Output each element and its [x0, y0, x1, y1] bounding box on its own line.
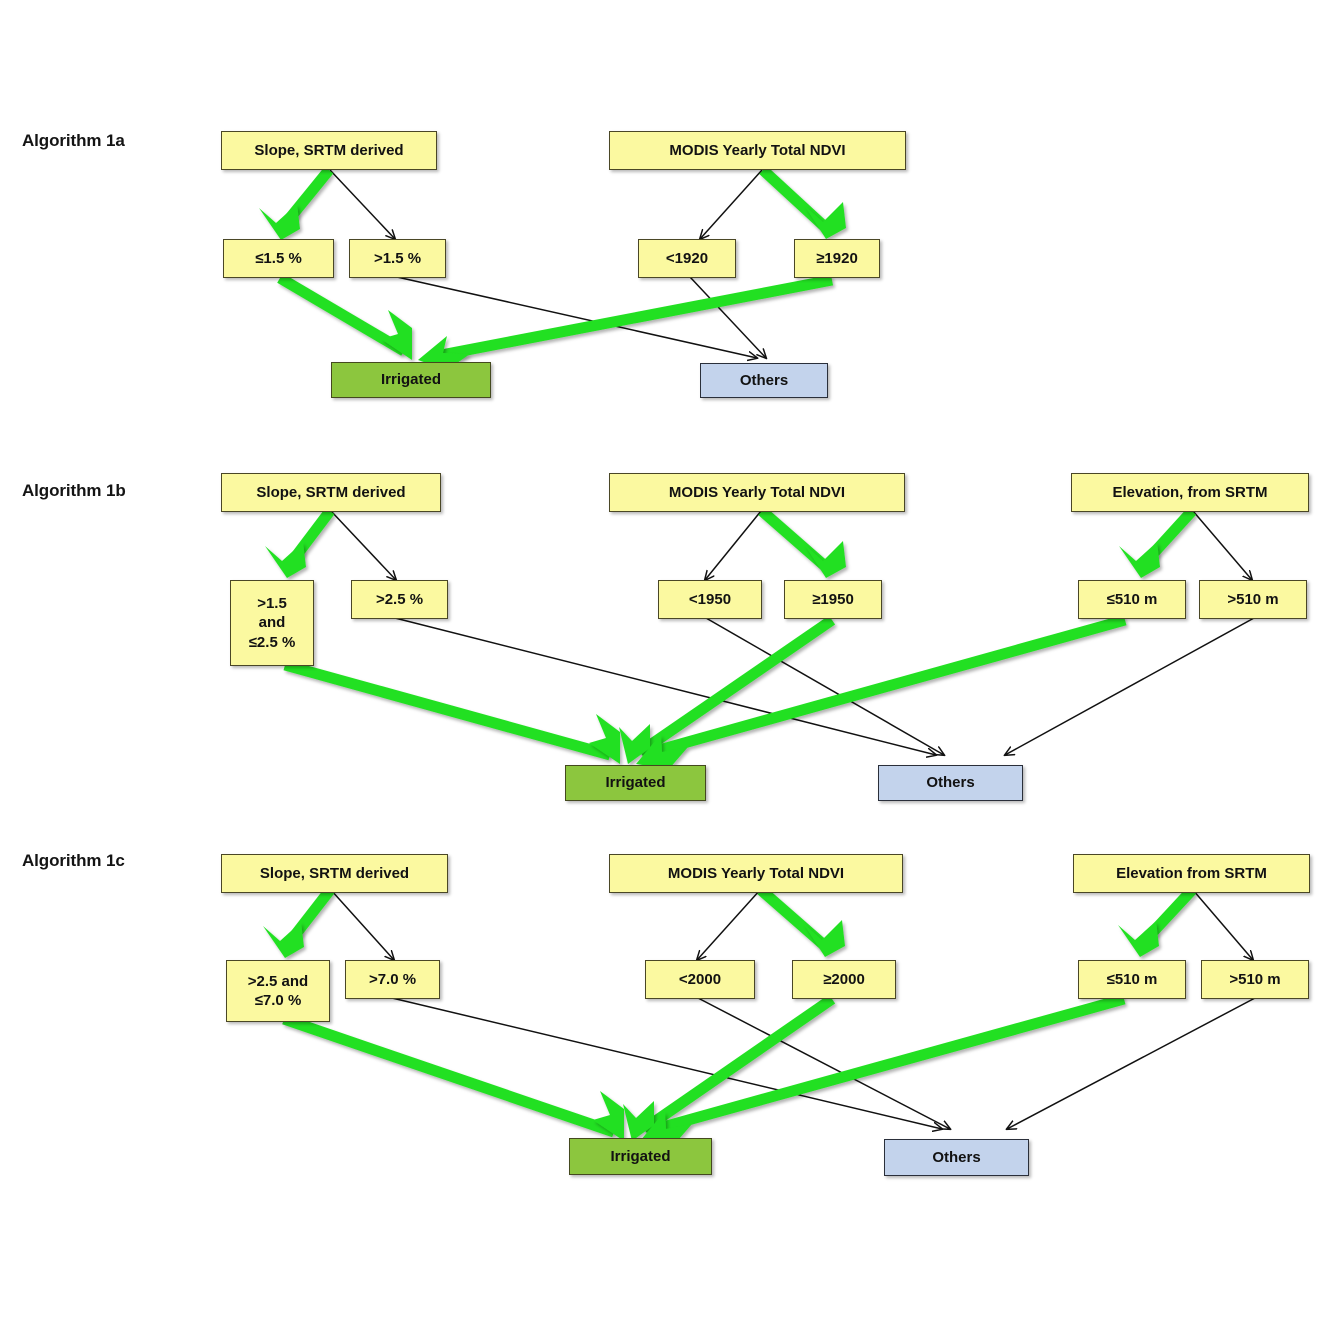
node-label: >1.5 %: [373, 249, 422, 267]
node-outcome-others-1c: Others: [884, 1139, 1029, 1176]
node-condition-slope-low-1a: ≤1.5 %: [223, 239, 334, 278]
node-outcome-irrigated-1c: Irrigated: [569, 1138, 712, 1175]
node-label: Elevation from SRTM: [1116, 864, 1267, 882]
node-condition-slope-mid-1b: >1.5 and ≤2.5 %: [230, 580, 314, 666]
node-condition-elev-high-1b: >510 m: [1199, 580, 1307, 619]
node-condition-ndvi-low-1c: <2000: [645, 960, 755, 999]
node-label: >1.5 and ≤2.5 %: [248, 595, 296, 651]
node-label: MODIS Yearly Total NDVI: [667, 864, 845, 882]
algorithm-label-1b: Algorithm 1b: [22, 481, 126, 500]
node-source-ndvi-1b: MODIS Yearly Total NDVI: [609, 473, 905, 512]
node-source-elevation-1c: Elevation from SRTM: [1073, 854, 1310, 893]
node-label: MODIS Yearly Total NDVI: [668, 483, 846, 501]
node-source-slope-1c: Slope, SRTM derived: [221, 854, 448, 893]
node-outcome-others-1b: Others: [878, 765, 1023, 801]
node-condition-ndvi-low-1a: <1920: [638, 239, 736, 278]
node-condition-slope-high-1c: >7.0 %: [345, 960, 440, 999]
node-label: >2.5 %: [375, 590, 424, 608]
node-condition-ndvi-high-1c: ≥2000: [792, 960, 896, 999]
node-condition-slope-mid-1c: >2.5 and ≤7.0 %: [226, 960, 330, 1022]
node-label: >7.0 %: [368, 970, 417, 988]
alg-1b-plain-edges: [330, 510, 1255, 755]
node-condition-ndvi-high-1a: ≥1920: [794, 239, 880, 278]
node-source-ndvi-1c: MODIS Yearly Total NDVI: [609, 854, 903, 893]
node-label: <1920: [665, 249, 709, 267]
node-condition-ndvi-low-1b: <1950: [658, 580, 762, 619]
node-label: Slope, SRTM derived: [256, 483, 406, 501]
node-condition-elev-low-1b: ≤510 m: [1078, 580, 1186, 619]
node-condition-slope-high-1a: >1.5 %: [349, 239, 446, 278]
node-label: Slope, SRTM derived: [259, 864, 410, 882]
node-condition-elev-high-1c: >510 m: [1201, 960, 1309, 999]
node-label: Others: [932, 1148, 981, 1166]
node-label: <1950: [688, 590, 732, 608]
node-condition-ndvi-high-1b: ≥1950: [784, 580, 882, 619]
node-source-slope-1b: Slope, SRTM derived: [221, 473, 441, 512]
node-label: Others: [739, 371, 789, 389]
node-label: ≤1.5 %: [255, 249, 302, 267]
node-label: Slope, SRTM derived: [254, 141, 404, 159]
node-label: Irrigated: [380, 371, 441, 389]
algorithm-label-1a: Algorithm 1a: [22, 131, 125, 150]
alg-1a-highlight-heads: [259, 202, 846, 370]
alg-1b-highlight-heads: [265, 541, 1160, 769]
node-label: <2000: [678, 970, 722, 988]
alg-1b-highlight-edges: [282, 506, 1197, 761]
alg-1c-highlight-edges: [280, 885, 1197, 1138]
algorithm-label-1c: Algorithm 1c: [22, 851, 125, 870]
node-label: Irrigated: [610, 1147, 671, 1165]
alg-1c-plain-edges: [330, 889, 1256, 1129]
node-source-ndvi-1a: MODIS Yearly Total NDVI: [609, 131, 906, 170]
node-label: ≥2000: [823, 970, 865, 988]
node-label: Others: [926, 774, 975, 792]
node-label: ≤510 m: [1106, 590, 1158, 608]
decision-tree-figure: Algorithm 1a Slope, SRTM derived MODIS Y…: [0, 0, 1336, 1336]
node-outcome-irrigated-1a: Irrigated: [331, 362, 491, 398]
node-label: ≥1950: [812, 590, 854, 608]
node-label: Elevation, from SRTM: [1112, 483, 1268, 501]
node-label: ≤510 m: [1106, 970, 1158, 988]
edge-layer: [259, 165, 1256, 1146]
node-label: Irrigated: [605, 774, 666, 792]
node-condition-slope-high-1b: >2.5 %: [351, 580, 448, 619]
node-label: MODIS Yearly Total NDVI: [669, 141, 846, 159]
node-source-slope-1a: Slope, SRTM derived: [221, 131, 437, 170]
node-outcome-others-1a: Others: [700, 363, 828, 398]
node-label: >510 m: [1227, 590, 1279, 608]
node-source-elevation-1b: Elevation, from SRTM: [1071, 473, 1309, 512]
alg-1c-highlight-heads: [263, 920, 1159, 1146]
node-outcome-irrigated-1b: Irrigated: [565, 765, 706, 801]
node-label: >2.5 and ≤7.0 %: [247, 972, 309, 1009]
node-condition-elev-low-1c: ≤510 m: [1078, 960, 1186, 999]
node-label: >510 m: [1229, 970, 1281, 988]
node-label: ≥1920: [816, 249, 858, 267]
